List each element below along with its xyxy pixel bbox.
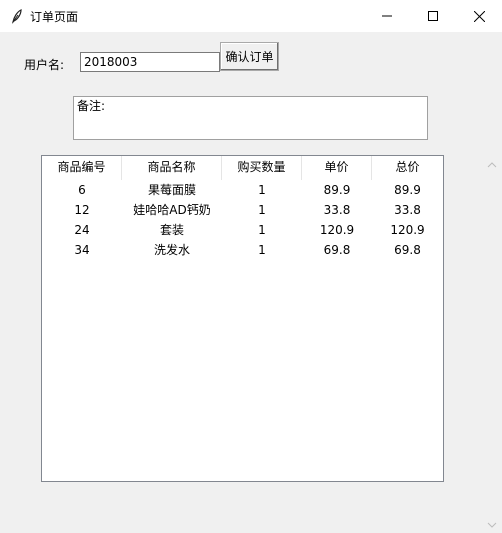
cell-product-id: 6 bbox=[78, 183, 86, 197]
table-row[interactable]: 6 果莓面膜 1 89.9 89.9 bbox=[42, 180, 443, 200]
column-header[interactable]: 商品名称 bbox=[122, 156, 222, 180]
close-button[interactable] bbox=[456, 0, 502, 32]
window-title: 订单页面 bbox=[30, 10, 79, 24]
cell-unit-price: 69.8 bbox=[323, 243, 351, 257]
cell-unit-price: 120.9 bbox=[319, 223, 355, 237]
scroll-up-arrow-icon[interactable] bbox=[487, 158, 497, 168]
note-textarea[interactable]: 备注: bbox=[73, 96, 428, 140]
cell-quantity: 1 bbox=[258, 243, 266, 257]
cell-product-id: 34 bbox=[74, 243, 90, 257]
cell-product-name: 洗发水 bbox=[153, 243, 190, 257]
table-row[interactable]: 12 娃哈哈AD钙奶 1 33.8 33.8 bbox=[42, 200, 443, 220]
table-row[interactable]: 34 洗发水 1 69.8 69.8 bbox=[42, 240, 443, 260]
cell-total-price: 69.8 bbox=[394, 243, 421, 257]
cell-product-name: 娃哈哈AD钙奶 bbox=[133, 203, 211, 217]
confirm-order-button[interactable]: 确认订单 bbox=[220, 42, 279, 71]
cell-total-price: 120.9 bbox=[390, 223, 425, 237]
column-header[interactable]: 总价 bbox=[372, 156, 443, 180]
cell-quantity: 1 bbox=[258, 223, 266, 237]
maximize-icon bbox=[428, 11, 438, 21]
table-body: 6 果莓面膜 1 89.9 89.9 12 娃哈哈AD钙奶 1 33.8 33.… bbox=[42, 180, 443, 260]
cell-product-name: 套装 bbox=[159, 223, 184, 237]
cell-product-id: 24 bbox=[74, 223, 90, 237]
cell-total-price: 33.8 bbox=[394, 203, 421, 217]
minimize-button[interactable] bbox=[364, 0, 410, 32]
cell-product-name: 果莓面膜 bbox=[147, 183, 196, 197]
username-input[interactable] bbox=[80, 52, 220, 72]
cell-quantity: 1 bbox=[258, 203, 266, 217]
cell-quantity: 1 bbox=[258, 183, 266, 197]
table-header: 商品编号 商品名称 购买数量 单价 总价 bbox=[42, 156, 443, 180]
cell-unit-price: 89.9 bbox=[323, 183, 351, 197]
order-table[interactable]: 商品编号 商品名称 购买数量 单价 总价 6 果莓面膜 1 89.9 89.9 … bbox=[41, 155, 444, 482]
table-row[interactable]: 24 套装 1 120.9 120.9 bbox=[42, 220, 443, 240]
column-header[interactable]: 商品编号 bbox=[42, 156, 122, 180]
maximize-button[interactable] bbox=[410, 0, 456, 32]
minimize-icon bbox=[382, 11, 392, 21]
column-header[interactable]: 购买数量 bbox=[222, 156, 302, 180]
cell-unit-price: 33.8 bbox=[323, 203, 351, 217]
close-icon bbox=[473, 10, 485, 22]
username-label: 用户名: bbox=[24, 58, 65, 72]
cell-total-price: 89.9 bbox=[394, 183, 421, 197]
cell-product-id: 12 bbox=[74, 203, 90, 217]
scroll-down-arrow-icon[interactable] bbox=[487, 518, 497, 528]
feather-icon bbox=[9, 8, 25, 24]
column-header[interactable]: 单价 bbox=[302, 156, 372, 180]
title-bar: 订单页面 bbox=[0, 0, 502, 32]
